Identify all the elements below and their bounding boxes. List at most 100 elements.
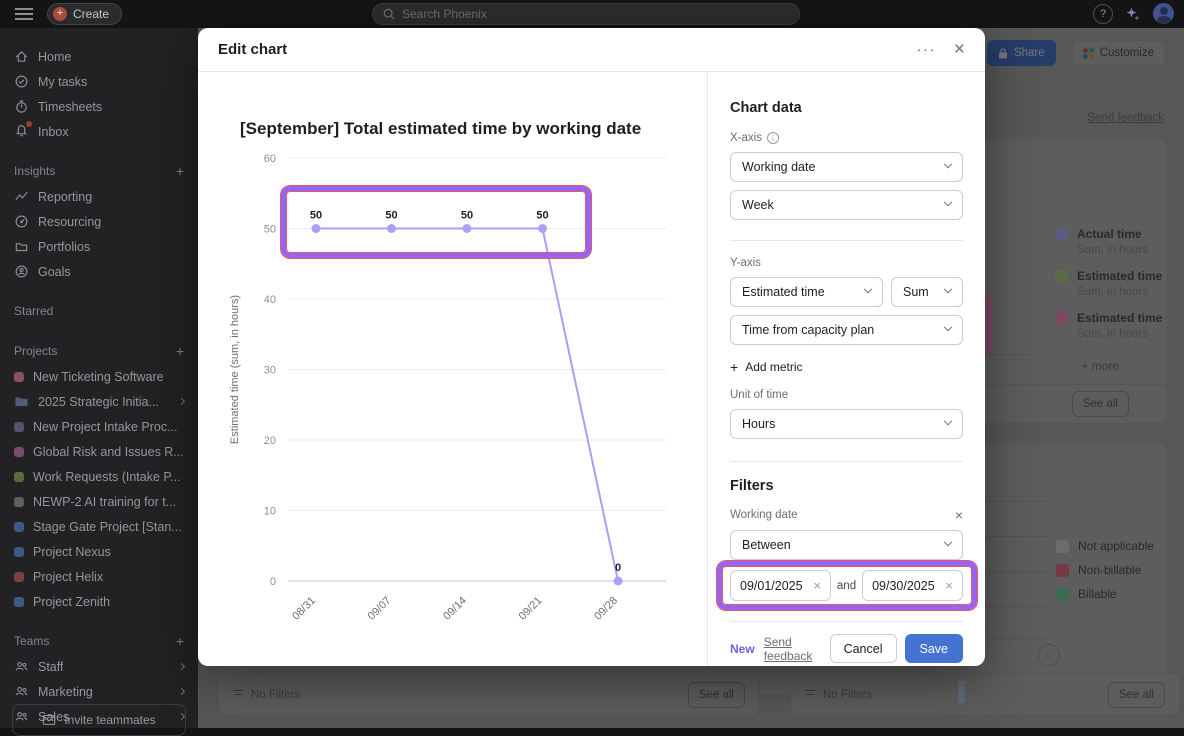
svg-text:50: 50	[310, 210, 322, 222]
sidebar-item-resourcing[interactable]: Resourcing	[0, 209, 198, 234]
user-avatar[interactable]	[1153, 3, 1174, 24]
plus-icon: +	[730, 359, 738, 375]
sidebar-item-my-tasks[interactable]: My tasks	[0, 69, 198, 94]
add-metric-button[interactable]: + Add metric	[730, 359, 963, 375]
people-icon	[14, 684, 29, 699]
sidebar-project-item[interactable]: 2025 Strategic Initia...	[0, 389, 198, 414]
check-circle-icon	[14, 74, 29, 89]
date-from-input[interactable]: 09/01/2025 ×	[730, 570, 831, 601]
project-color-dot	[14, 472, 24, 482]
panel-divider	[730, 621, 963, 622]
filter-operator-select[interactable]: Between	[730, 530, 963, 560]
sidebar-project-item[interactable]: New Project Intake Proc...	[0, 414, 198, 439]
project-color-dot	[14, 547, 24, 557]
save-button[interactable]: Save	[905, 634, 964, 663]
people-icon	[14, 659, 29, 674]
x-axis-granularity-select[interactable]: Week	[730, 190, 963, 220]
project-name: Work Requests (Intake P...	[33, 470, 181, 484]
unit-of-time-select[interactable]: Hours	[730, 409, 963, 439]
date-from-value: 09/01/2025	[740, 579, 803, 593]
section-label: Insights	[14, 164, 55, 178]
modal-close-button[interactable]: ×	[954, 40, 965, 59]
sidebar-item-portfolios[interactable]: Portfolios	[0, 234, 198, 259]
y-axis-label-text: Y-axis	[730, 257, 761, 269]
add-project-button[interactable]: +	[176, 343, 184, 359]
add-team-button[interactable]: +	[176, 633, 184, 649]
ai-sparkle-icon[interactable]	[1125, 6, 1141, 22]
sidebar-item-home[interactable]: Home	[0, 44, 198, 69]
create-button-label: Create	[73, 7, 109, 21]
filters-heading: Filters	[730, 478, 963, 494]
search-input[interactable]: Search Phoenix	[372, 3, 800, 25]
y-axis-source-select[interactable]: Time from capacity plan	[730, 315, 963, 345]
modal-more-options-button[interactable]: ···	[916, 41, 936, 58]
new-badge: New	[730, 642, 755, 656]
info-icon[interactable]: i	[767, 132, 779, 144]
plus-icon: +	[53, 7, 67, 21]
sidebar-item-goals[interactable]: Goals	[0, 259, 198, 284]
chevron-down-icon	[944, 198, 952, 206]
section-label: Teams	[14, 634, 49, 648]
svg-text:60: 60	[264, 153, 276, 165]
sidebar-item-inbox[interactable]: Inbox	[0, 119, 198, 144]
sidebar-item-label: Inbox	[38, 125, 69, 139]
x-axis-field-select[interactable]: Working date	[730, 152, 963, 182]
project-name: NEWP-2 AI training for t...	[33, 495, 176, 509]
sidebar-project-item[interactable]: Global Risk and Issues R...	[0, 439, 198, 464]
cancel-button[interactable]: Cancel	[830, 634, 897, 663]
modal-title: Edit chart	[218, 41, 287, 58]
section-label: Starred	[14, 304, 53, 318]
y-axis-metric-select[interactable]: Estimated time	[730, 277, 883, 307]
project-folder-icon	[14, 395, 29, 408]
date-to-input[interactable]: 09/30/2025 ×	[862, 570, 963, 601]
panel-divider	[730, 240, 963, 241]
sidebar-project-item[interactable]: Work Requests (Intake P...	[0, 464, 198, 489]
create-button[interactable]: + Create	[47, 3, 122, 25]
clear-date-icon[interactable]: ×	[945, 578, 953, 593]
project-name: Stage Gate Project [Stan...	[33, 520, 182, 534]
panel-divider	[730, 461, 963, 462]
x-axis-granularity-value: Week	[742, 198, 774, 212]
project-color-dot	[14, 597, 24, 607]
svg-text:0: 0	[615, 562, 621, 574]
sidebar-item-timesheets[interactable]: Timesheets	[0, 94, 198, 119]
y-axis-source-value: Time from capacity plan	[742, 323, 874, 337]
sidebar-team-staff[interactable]: Staff	[0, 654, 198, 679]
sidebar-project-item[interactable]: NEWP-2 AI training for t...	[0, 489, 198, 514]
chevron-down-icon	[944, 160, 952, 168]
project-name: Project Nexus	[33, 545, 111, 559]
search-icon	[383, 8, 395, 20]
sidebar-item-label: Home	[38, 50, 71, 64]
add-insight-button[interactable]: +	[176, 163, 184, 179]
sidebar-project-item[interactable]: Project Helix	[0, 564, 198, 589]
remove-filter-button[interactable]: ×	[955, 508, 963, 522]
add-metric-label: Add metric	[745, 360, 802, 374]
reporting-icon	[14, 189, 29, 204]
sidebar-section-starred[interactable]: Starred	[0, 298, 198, 324]
sidebar-team-marketing[interactable]: Marketing	[0, 679, 198, 704]
and-label: and	[837, 580, 856, 592]
help-button[interactable]: ?	[1093, 4, 1113, 24]
sidebar-section-insights: Insights +	[0, 158, 198, 184]
hamburger-menu-icon[interactable]	[15, 8, 33, 20]
topbar: + Create Search Phoenix ?	[0, 0, 1184, 28]
sidebar-project-item[interactable]: New Ticketing Software	[0, 364, 198, 389]
sidebar-project-item[interactable]: Project Nexus	[0, 539, 198, 564]
invite-teammates-button[interactable]: Invite teammates	[12, 704, 186, 736]
project-name: Global Risk and Issues R...	[33, 445, 184, 459]
send-feedback-link[interactable]: Send feedback	[764, 635, 830, 663]
unit-of-time-value: Hours	[742, 417, 775, 431]
sidebar-project-item[interactable]: Project Zenith	[0, 589, 198, 614]
sidebar-section-projects: Projects +	[0, 338, 198, 364]
y-axis-aggregation-select[interactable]: Sum	[891, 277, 963, 307]
svg-text:40: 40	[264, 294, 276, 306]
chevron-down-icon	[944, 417, 952, 425]
chart-preview: [September] Total estimated time by work…	[198, 72, 707, 666]
sidebar-item-label: Reporting	[38, 190, 92, 204]
chevron-right-icon	[178, 398, 185, 405]
sidebar-project-item[interactable]: Stage Gate Project [Stan...	[0, 514, 198, 539]
stopwatch-icon	[14, 99, 29, 114]
clear-date-icon[interactable]: ×	[813, 578, 821, 593]
sidebar-item-reporting[interactable]: Reporting	[0, 184, 198, 209]
sidebar-item-label: Resourcing	[38, 215, 101, 229]
